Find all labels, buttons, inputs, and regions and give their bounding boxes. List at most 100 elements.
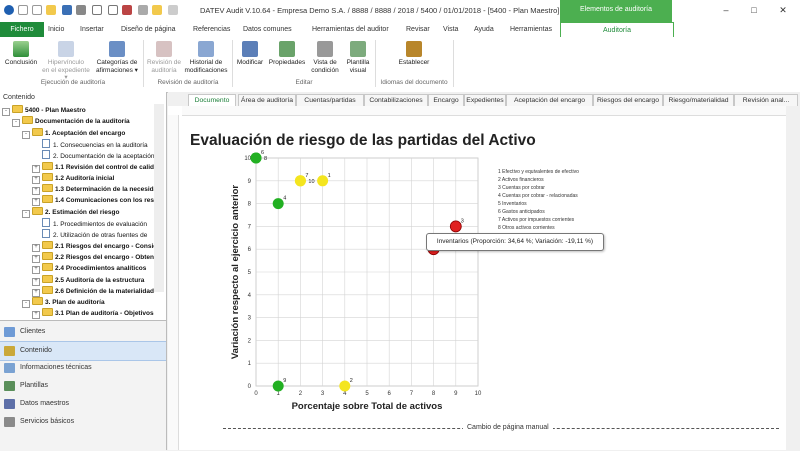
legend-entry: 1 Efectivo y equivalentes de efectivo: [498, 169, 579, 175]
doc-tab[interactable]: Revisión anal...: [734, 94, 798, 106]
categorias-afirmaciones-button[interactable]: Categorías de afirmaciones ▾: [93, 39, 141, 74]
condition-view-icon: [317, 41, 333, 57]
expand-icon[interactable]: +: [32, 288, 40, 297]
open-folder-icon[interactable]: [46, 5, 56, 15]
toolbar-icon[interactable]: [122, 5, 132, 15]
collapse-icon[interactable]: -: [2, 108, 10, 116]
undo-icon[interactable]: [18, 5, 28, 15]
revision-label-1: Revisión de: [147, 59, 181, 66]
collapse-icon[interactable]: -: [22, 300, 30, 309]
tree-item[interactable]: - 1. Aceptación del encargo: [22, 127, 125, 139]
tree-item[interactable]: +2.1 Riesgos del encargo - Consideracion…: [32, 240, 164, 252]
tree-item[interactable]: 2. Utilización de otras fuentes de: [32, 229, 147, 239]
revision-button[interactable]: Revisión de auditoría: [146, 39, 182, 74]
collapse-icon[interactable]: -: [12, 119, 20, 128]
doc-tab[interactable]: Contabilizaciones: [364, 94, 428, 106]
tab-herramientas-del-auditor[interactable]: Herramientas del auditor: [312, 22, 389, 37]
tree-scrollbar[interactable]: [154, 104, 164, 292]
historial-button[interactable]: Historial de modificaciones: [182, 39, 230, 74]
propiedades-button[interactable]: Propiedades: [267, 39, 307, 67]
tab-referencias[interactable]: Referencias: [193, 22, 230, 37]
tree-item[interactable]: 2. Documentación de la aceptación: [32, 150, 155, 160]
tree-item[interactable]: +2.2 Riesgos del encargo - Obtención: [32, 251, 164, 263]
vista-condicion-button[interactable]: Vista de condición: [307, 39, 343, 74]
document-scrollbar[interactable]: [786, 106, 800, 450]
modificar-button[interactable]: Modificar: [234, 39, 266, 67]
establecer-button[interactable]: Establecer: [392, 39, 436, 67]
tab-inicio[interactable]: Inicio: [48, 22, 64, 37]
tree-item[interactable]: 1. Procedimientos de evaluación: [32, 218, 147, 228]
doc-tab[interactable]: Expedientes: [464, 94, 506, 106]
expand-icon[interactable]: +: [32, 254, 40, 263]
expand-icon[interactable]: +: [32, 277, 40, 286]
minimize-button[interactable]: –: [715, 3, 737, 17]
nav-item[interactable]: Clientes: [0, 323, 166, 341]
expand-icon[interactable]: +: [32, 187, 40, 196]
tree-item-label: 2.6 Definición de la materialidad: [55, 287, 154, 295]
expand-icon[interactable]: +: [32, 198, 40, 207]
customize-quick-access-icon[interactable]: [168, 5, 178, 15]
tab-diseno-de-pagina[interactable]: Diseño de página: [121, 22, 176, 37]
dropdown-icon[interactable]: [138, 5, 148, 15]
expand-icon[interactable]: +: [32, 164, 40, 173]
maximize-button[interactable]: □: [743, 3, 765, 17]
plantilla-visual-button[interactable]: Plantilla visual: [343, 39, 373, 74]
save-icon[interactable]: [62, 5, 72, 15]
tab-datos-comunes[interactable]: Datos comunes: [243, 22, 292, 37]
tree-item[interactable]: +3.1 Plan de auditoría - Objetivos: [32, 308, 154, 320]
nav-item[interactable]: Plantillas: [0, 377, 166, 395]
tab-insertar[interactable]: Insertar: [80, 22, 104, 37]
tab-herramientas[interactable]: Herramientas: [510, 22, 552, 37]
tree-item[interactable]: +2.4 Procedimientos analíticos: [32, 263, 146, 275]
app-logo-icon[interactable]: [4, 5, 14, 15]
expand-icon[interactable]: +: [32, 311, 40, 320]
folder-icon[interactable]: [152, 5, 162, 15]
tree-item[interactable]: - Documentación de la auditoría: [12, 116, 130, 128]
nav-item[interactable]: Contenido: [0, 341, 166, 361]
nav-item[interactable]: Servicios básicos: [0, 413, 166, 431]
collapse-icon[interactable]: -: [22, 209, 30, 218]
tab-vista[interactable]: Vista: [443, 22, 458, 37]
check-icon[interactable]: [108, 5, 118, 15]
tab-ayuda[interactable]: Ayuda: [474, 22, 494, 37]
expand-icon[interactable]: +: [32, 243, 40, 252]
tree-item[interactable]: - 2. Estimación del riesgo: [22, 206, 119, 218]
tree-item[interactable]: +2.6 Definición de la materialidad: [32, 285, 154, 297]
tree-item[interactable]: +2.5 Auditoría de la estructura: [32, 274, 144, 286]
expand-icon[interactable]: +: [32, 266, 40, 275]
tab-fichero[interactable]: Fichero: [0, 22, 44, 37]
conclusion-button[interactable]: Conclusión: [4, 39, 38, 67]
collapse-icon[interactable]: -: [22, 130, 30, 139]
doc-tab[interactable]: Cuentas/partidas: [296, 94, 364, 106]
doc-tab[interactable]: Encargo: [428, 94, 464, 106]
folder-icon: [42, 308, 53, 317]
tree-item[interactable]: +1.2 Auditoría inicial: [32, 172, 115, 184]
doc-tab[interactable]: Riesgo/materialidad: [663, 94, 734, 106]
hipervinculo-button[interactable]: Hipervínculo en el expediente ▾: [40, 39, 92, 82]
tree-item[interactable]: +1.1 Revisión del control de calidad: [32, 161, 162, 173]
tab-auditoria[interactable]: Auditoría: [560, 22, 674, 38]
tree-item[interactable]: - 3. Plan de auditoría: [22, 297, 105, 309]
doc-tab[interactable]: Aceptación del encargo: [506, 94, 593, 106]
nav-item[interactable]: Informaciones técnicas: [0, 359, 166, 377]
tree-item[interactable]: +1.3 Determinación de la necesidad: [32, 184, 161, 196]
preview-icon[interactable]: [92, 5, 102, 15]
tab-revisar[interactable]: Revisar: [406, 22, 430, 37]
new-document-icon[interactable]: [32, 5, 42, 15]
tree-item[interactable]: 1. Consecuencias en la auditoría: [32, 138, 148, 149]
doc-tab[interactable]: Riesgos del encargo: [593, 94, 663, 106]
close-button[interactable]: ✕: [772, 3, 794, 17]
y-tick-label: 9: [248, 179, 252, 185]
tree-item[interactable]: +1.4 Comunicaciones con los responsables: [32, 195, 164, 207]
folder-icon: [32, 206, 43, 215]
tree-item-label: 1.2 Auditoría inicial: [55, 174, 115, 182]
print-icon[interactable]: [76, 5, 86, 15]
expand-icon[interactable]: +: [32, 175, 40, 184]
nav-item[interactable]: Datos maestros: [0, 395, 166, 413]
tree-item[interactable]: - 5400 - Plan Maestro: [2, 105, 86, 116]
document-icon: [42, 150, 50, 160]
ribbon-tab-bar: Fichero Inicio Insertar Diseño de página…: [0, 22, 800, 38]
doc-tab[interactable]: Área de auditoría: [238, 94, 296, 106]
title-bar: Elementos de auditoría DATEV Audit V.10.…: [0, 0, 800, 22]
document-tab-bar: Documento Área de auditoría Cuentas/partid…: [168, 92, 800, 107]
